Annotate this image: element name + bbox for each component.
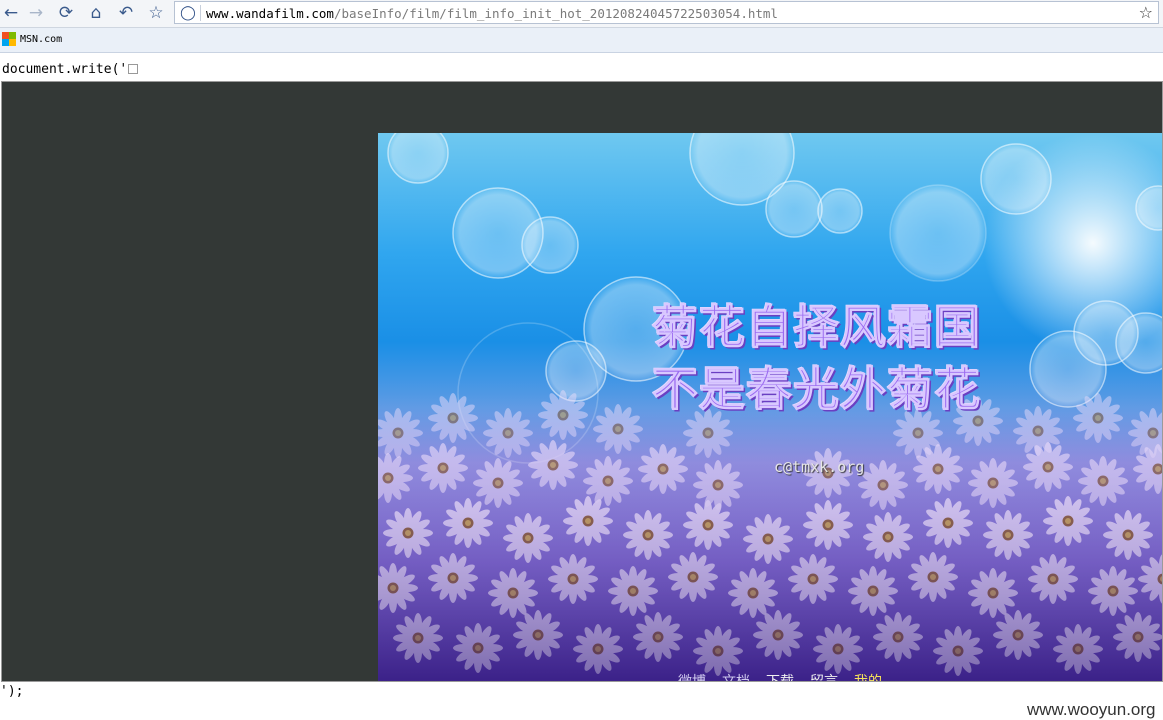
source-code-start: document.write(' [2, 62, 128, 77]
poem-line-1: 菊花自择风霜国 [652, 300, 981, 355]
back-arrow-icon[interactable]: ← [0, 2, 22, 24]
forward-arrow-icon[interactable]: → [25, 2, 47, 24]
footer-link-1[interactable]: 微博 [678, 671, 706, 681]
bookmark-msn[interactable]: MSN.com [2, 32, 62, 46]
undo-icon[interactable]: ↶ [115, 2, 137, 24]
reload-icon[interactable]: ⟳ [55, 2, 77, 24]
shield-icon[interactable]: ◯ [179, 4, 197, 22]
star-icon[interactable]: ☆ [145, 2, 167, 24]
footer-link-2[interactable]: 文档 [722, 671, 750, 681]
url-path: /baseInfo/film/film_info_init_hot_201208… [333, 6, 778, 21]
bookmark-star-icon[interactable]: ☆ [1139, 3, 1153, 22]
footer-links: 微博 文档 下载 留言 我的 [678, 671, 882, 681]
broken-image-icon [128, 63, 139, 74]
footer-link-3[interactable]: 下载 [766, 671, 794, 681]
bookmarks-bar: MSN.com [0, 28, 1163, 53]
home-icon[interactable]: ⌂ [85, 2, 107, 24]
footer-link-4[interactable]: 留言 [810, 671, 838, 681]
injected-frame: 菊花自择风霜国 不是春光外菊花 c@tmxk.org 微博 文档 下载 留言 我… [1, 81, 1163, 682]
source-code-end: '); [0, 684, 24, 699]
footer-link-5[interactable]: 我的 [854, 671, 882, 681]
attacker-email: c@tmxk.org [774, 458, 865, 476]
watermark: www.wooyun.org [1027, 700, 1156, 719]
address-bar[interactable]: ◯ www.wandafilm.com/baseInfo/film/film_i… [174, 1, 1159, 24]
url-text[interactable]: www.wandafilm.com/baseInfo/film/film_inf… [206, 6, 778, 21]
poem-line-2: 不是春光外菊花 [652, 362, 981, 417]
url-host: www.wandafilm.com [206, 6, 334, 21]
msn-logo-icon [2, 32, 16, 46]
bookmark-label: MSN.com [20, 33, 63, 45]
browser-toolbar: ← → ⟳ ⌂ ↶ ☆ ◯ www.wandafilm.com/baseInfo… [0, 0, 1163, 28]
source-text-top: document.write(' [2, 62, 139, 77]
address-divider [200, 5, 201, 21]
deface-image: 菊花自择风霜国 不是春光外菊花 c@tmxk.org 微博 文档 下载 留言 我… [378, 133, 1162, 681]
poem-text: 菊花自择风霜国 不是春光外菊花 [652, 296, 981, 420]
